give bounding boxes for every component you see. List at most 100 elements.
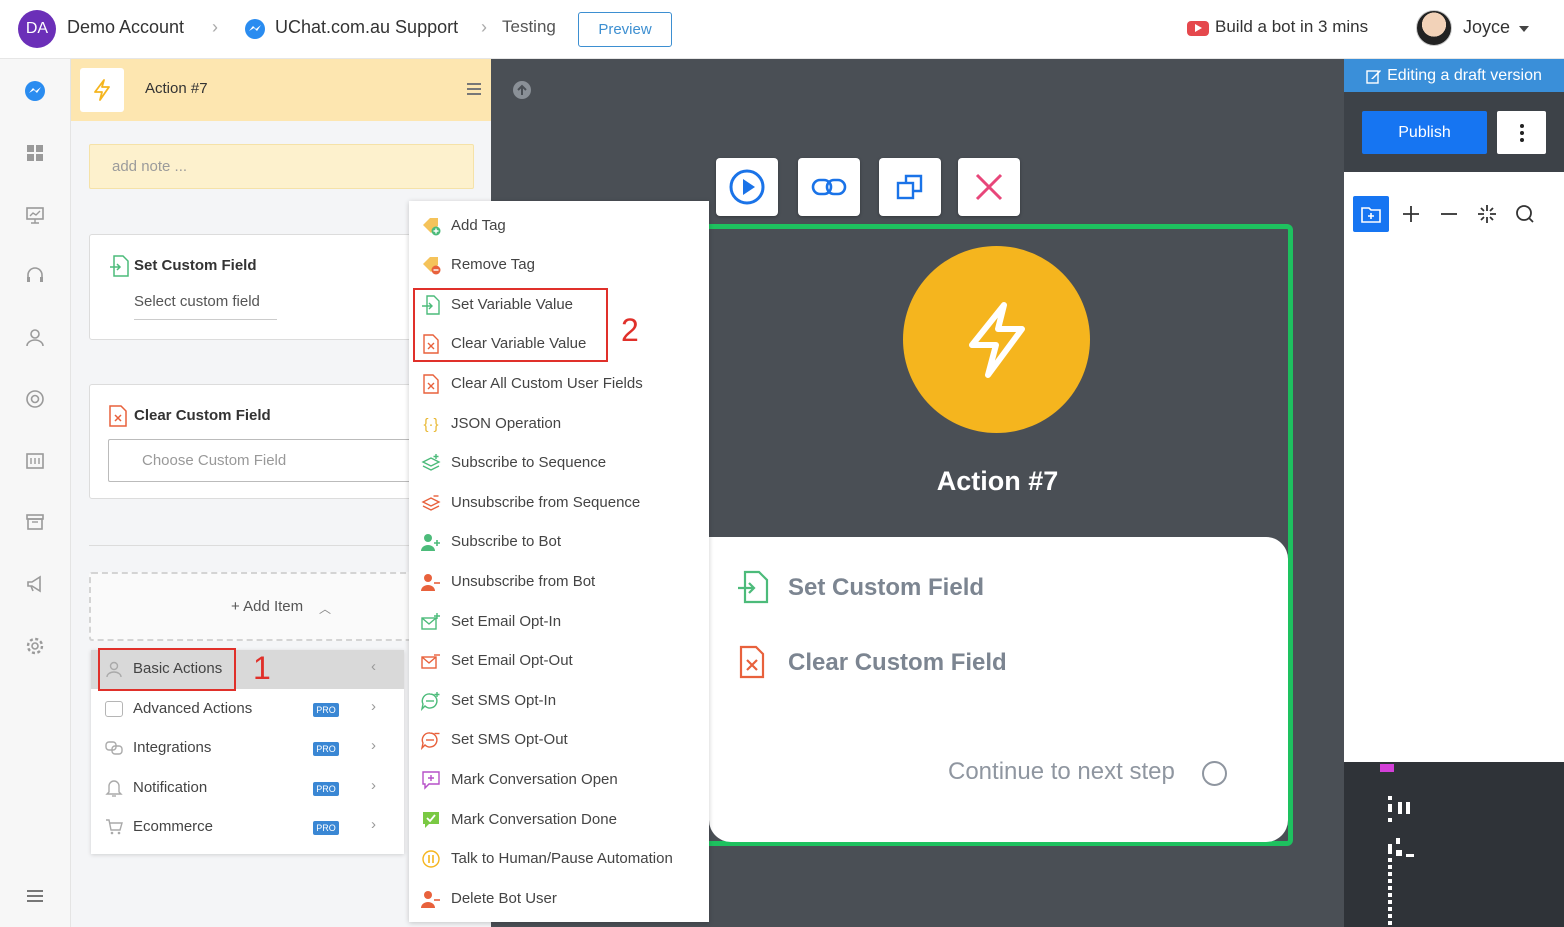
next-step-connector[interactable] <box>1202 761 1227 786</box>
breadcrumb-separator: › <box>212 17 218 37</box>
menu-item-remove-tag[interactable]: Remove Tag <box>409 247 709 281</box>
start-flow-button[interactable] <box>716 158 778 216</box>
menu-item-json-operation[interactable]: {·} JSON Operation <box>409 406 709 440</box>
menu-item-delete-bot-user[interactable]: Delete Bot User <box>409 881 709 915</box>
build-bot-link[interactable]: Build a bot in 3 mins <box>1215 17 1368 37</box>
minimap-node <box>1388 796 1392 800</box>
menu-item-mark-conversation-done[interactable]: Mark Conversation Done <box>409 802 709 836</box>
category-notification[interactable]: Notification PRO › <box>91 769 404 808</box>
delete-node-button[interactable] <box>958 158 1020 216</box>
dashboard-icon[interactable] <box>24 142 46 164</box>
menu-item-add-tag[interactable]: Add Tag <box>409 208 709 242</box>
chevron-right-icon: › <box>371 777 376 794</box>
user-icon[interactable] <box>24 327 46 349</box>
youtube-icon[interactable] <box>1187 21 1209 36</box>
minimap-node <box>1406 854 1414 857</box>
zoom-in-button[interactable] <box>1393 196 1429 232</box>
menu-icon[interactable] <box>467 83 481 98</box>
upload-icon[interactable] <box>512 80 532 100</box>
menu-item-subscribe-to-bot[interactable]: Subscribe to Bot <box>409 524 709 558</box>
clear-fields-icon <box>423 374 439 394</box>
minimap-node <box>1396 838 1400 844</box>
minimap-node <box>1388 844 1392 854</box>
minimap-node <box>1398 802 1402 814</box>
archive-icon[interactable] <box>24 511 46 533</box>
messenger-icon <box>245 19 265 39</box>
email-optout-icon <box>421 654 440 669</box>
gear-icon[interactable] <box>24 635 46 657</box>
custom-field-select[interactable]: Select custom field <box>134 293 277 320</box>
menu-item-label: Talk to Human/Pause Automation <box>451 850 673 867</box>
set-custom-field-card: Set Custom Field Select custom field <box>89 234 419 340</box>
tag-remove-icon <box>423 257 441 275</box>
bolt-icon <box>968 301 1025 378</box>
duplicate-button[interactable] <box>879 158 941 216</box>
close-icon <box>975 173 1003 201</box>
unsubscribe-bot-icon <box>421 574 440 591</box>
canvas-toolbar <box>1344 186 1553 241</box>
menu-item-unsubscribe-from-bot[interactable]: Unsubscribe from Bot <box>409 564 709 598</box>
chevron-down-icon[interactable] <box>1519 26 1529 32</box>
headset-icon[interactable] <box>24 265 46 287</box>
menu-item-unsubscribe-from-sequence[interactable]: Unsubscribe from Sequence <box>409 485 709 519</box>
category-ecommerce[interactable]: Ecommerce PRO › <box>91 808 404 847</box>
zoom-out-button[interactable] <box>1431 196 1467 232</box>
more-options-button[interactable] <box>1497 111 1546 154</box>
custom-field-select[interactable]: Choose Custom Field <box>108 439 420 482</box>
panel-title[interactable]: Action #7 <box>145 80 208 97</box>
bell-icon <box>105 780 123 797</box>
chart-board-icon[interactable] <box>24 204 46 226</box>
menu-item-label: Mark Conversation Open <box>451 771 618 788</box>
menu-item-clear-all-custom-user-fields[interactable]: Clear All Custom User Fields <box>409 366 709 400</box>
add-folder-button[interactable] <box>1353 196 1389 232</box>
menu-item-talk-to-human[interactable]: Talk to Human/Pause Automation <box>409 841 709 875</box>
user-name[interactable]: Joyce <box>1463 17 1510 38</box>
category-label: Ecommerce <box>133 818 214 835</box>
action-type-badge <box>80 68 124 112</box>
menu-icon[interactable] <box>24 885 46 907</box>
link-icon <box>811 178 847 196</box>
user-avatar[interactable] <box>1416 10 1452 46</box>
menu-item-label: Set SMS Opt-In <box>451 692 557 709</box>
support-icon[interactable] <box>24 388 46 410</box>
minimap-node <box>1388 804 1392 812</box>
connect-button[interactable] <box>798 158 860 216</box>
search-button[interactable] <box>1507 196 1543 232</box>
subscribe-sequence-icon <box>421 454 441 471</box>
menu-item-set-email-opt-out[interactable]: Set Email Opt-Out <box>409 643 709 677</box>
flow-name[interactable]: Testing <box>502 17 556 37</box>
account-name[interactable]: Demo Account <box>67 17 184 38</box>
add-item-label: + Add Item <box>231 598 304 615</box>
megaphone-icon[interactable] <box>24 573 46 595</box>
menu-item-mark-conversation-open[interactable]: Mark Conversation Open <box>409 762 709 796</box>
pause-icon <box>422 850 440 868</box>
messenger-icon[interactable] <box>24 80 46 102</box>
canvas-minimap[interactable] <box>1344 762 1564 927</box>
category-integrations[interactable]: Integrations PRO › <box>91 729 404 768</box>
category-advanced-actions[interactable]: Advanced Actions PRO › <box>91 690 404 729</box>
publish-button[interactable]: Publish <box>1362 111 1487 154</box>
conversation-open-icon <box>422 771 440 790</box>
bot-name[interactable]: UChat.com.au Support <box>275 17 458 38</box>
note-input[interactable]: add note ... <box>89 144 474 189</box>
menu-item-set-email-opt-in[interactable]: Set Email Opt-In <box>409 604 709 638</box>
menu-item-label: Delete Bot User <box>451 890 557 907</box>
chevron-right-icon: › <box>371 816 376 833</box>
add-item-button[interactable]: + Add Item ︿ <box>89 572 419 641</box>
account-avatar[interactable]: DA <box>18 10 56 48</box>
template-icon[interactable] <box>24 450 46 472</box>
menu-item-subscribe-to-sequence[interactable]: Subscribe to Sequence <box>409 445 709 479</box>
tag-add-icon <box>423 218 441 236</box>
auto-arrange-button[interactable] <box>1469 196 1505 232</box>
divider <box>89 545 419 546</box>
menu-item-set-sms-opt-in[interactable]: Set SMS Opt-In <box>409 683 709 717</box>
box-icon <box>105 701 123 717</box>
preview-button[interactable]: Preview <box>578 12 672 47</box>
action-node-badge[interactable] <box>903 246 1090 433</box>
panel-header: Action #7 <box>71 59 491 121</box>
minus-icon <box>1441 213 1457 215</box>
menu-item-set-sms-opt-out[interactable]: Set SMS Opt-Out <box>409 722 709 756</box>
menu-item-label: Subscribe to Bot <box>451 533 562 550</box>
action-node-card[interactable]: Set Custom Field Clear Custom Field Cont… <box>709 537 1288 842</box>
card-title: Clear Custom Field <box>134 407 271 424</box>
